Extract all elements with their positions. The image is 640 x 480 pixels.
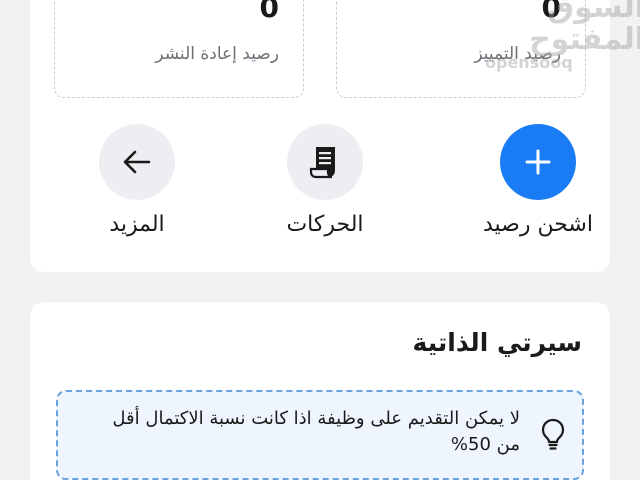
featured-balance-label: رصيد التمييز	[474, 44, 561, 64]
arrow-left-icon[interactable]	[99, 124, 175, 200]
repost-balance-box[interactable]: 0 رصيد إعادة النشر	[54, 0, 304, 98]
transactions-label: الحركات	[286, 212, 364, 237]
receipt-icon[interactable]	[287, 124, 363, 200]
wallet-card: 0 رصيد التمييز 0 رصيد إعادة النشر السوق …	[30, 0, 640, 272]
cv-completion-notice: لا يمكن التقديم على وظيفة اذا كانت نسبة …	[56, 390, 584, 480]
topup-label: اشحن رصيد	[483, 212, 593, 237]
featured-balance-box[interactable]: 0 رصيد التمييز	[336, 0, 586, 98]
featured-balance-value: 0	[541, 0, 561, 24]
cv-notice-text: لا يمكن التقديم على وظيفة اذا كانت نسبة …	[112, 408, 520, 455]
topup-button[interactable]: اشحن رصيد	[463, 124, 613, 254]
lightbulb-icon	[540, 418, 566, 450]
cv-card: سيرتي الذاتية لا يمكن التقديم على وظيفة …	[30, 302, 610, 480]
more-label: المزيد	[109, 212, 165, 237]
cv-title: سيرتي الذاتية	[412, 328, 582, 357]
transactions-button[interactable]: الحركات	[250, 124, 400, 254]
repost-balance-label: رصيد إعادة النشر	[155, 44, 279, 64]
repost-balance-value: 0	[259, 0, 279, 24]
more-button[interactable]: المزيد	[62, 124, 212, 254]
plus-icon[interactable]	[500, 124, 576, 200]
